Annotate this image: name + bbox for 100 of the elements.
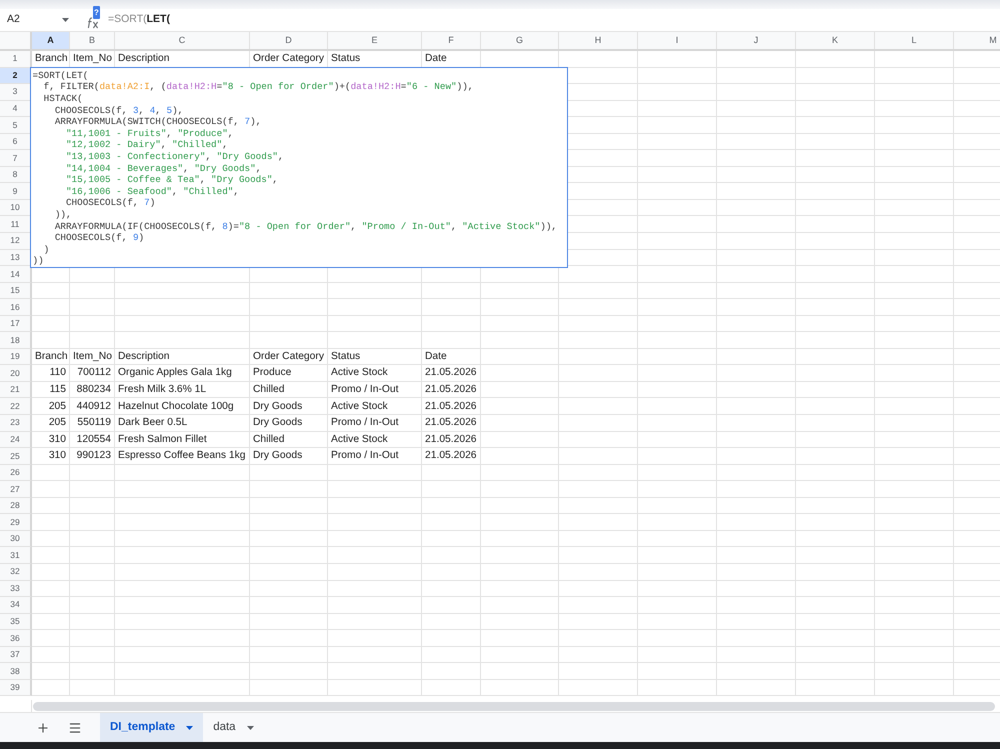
row-header[interactable]: 37 [0,646,32,664]
cell-text: 21.05.2026 [424,366,478,380]
row-header[interactable]: 22 [0,398,32,416]
column-header[interactable]: I [638,32,717,49]
menu-icon [68,720,82,734]
cell-text: 440912 [76,400,112,414]
caret-icon [186,726,194,730]
row-header[interactable]: 34 [0,597,32,614]
function-icon [86,17,100,29]
row-header[interactable]: 32 [0,564,32,580]
cell-text: Chilled [252,432,286,447]
column-header[interactable]: M [954,32,1000,49]
cell-text: Description [117,52,171,66]
row-header[interactable]: 27 [0,481,32,498]
column-header[interactable]: L [875,32,954,49]
formula-editor[interactable] [30,66,568,268]
row-header[interactable]: 36 [0,630,32,647]
cell-text: Order Category [252,52,325,66]
column-header[interactable]: C [115,32,250,49]
cell-text: 310 [48,449,67,464]
cell-text: 550119 [76,416,112,430]
column-header[interactable]: B [70,32,115,49]
row-header[interactable]: 39 [0,680,32,696]
formula-line: CHOOSECOLS(f, 9) [54,232,144,244]
formula-line: =SORT(LET( [32,70,88,82]
cell-text: 110 [48,366,67,380]
cell-text: Item_No [72,350,113,364]
row-header[interactable]: 16 [0,299,32,316]
cell-text: Status [330,52,362,66]
cell-text: Promo / In-Out [330,416,400,430]
row-header[interactable]: 20 [0,365,32,382]
row-header[interactable]: 1 [0,51,32,68]
name-box[interactable]: A2 [0,9,76,31]
row-header[interactable]: 35 [0,614,32,630]
row-header[interactable]: 14 [0,266,32,283]
row-header[interactable]: 9 [0,183,32,200]
sheet-tab[interactable]: DI_template [100,713,204,742]
row-header[interactable]: 25 [0,448,32,465]
formula-line: "14,1004 - Beverages", "Dry Goods", [64,162,262,174]
row-header[interactable]: 11 [0,216,32,234]
cell-text: Date [424,52,448,66]
cell-text: Fresh Salmon Fillet [117,432,208,447]
formula-line: "11,1001 - Fruits", "Produce", [64,128,234,140]
formula-field[interactable]: =SORT(LET( [100,9,1000,31]
formula-line: HSTACK( [42,92,83,105]
row-header[interactable]: 23 [0,415,32,432]
formula-line: CHOOSECOLS(f, 3, 4, 5), [54,104,184,116]
column-header[interactable]: F [422,32,481,49]
row-header[interactable]: 24 [0,432,32,448]
horizontal-scrollbar[interactable] [33,702,995,710]
formula-line: CHOOSECOLS(f, 7) [64,197,156,209]
row-header[interactable]: 28 [0,498,32,514]
row-header[interactable]: 7 [0,150,32,167]
column-header[interactable]: E [328,32,422,49]
column-header[interactable]: H [559,32,638,49]
help-badge[interactable]: ? [93,6,100,19]
row-header[interactable]: 38 [0,663,32,680]
cell-text: Item_No [72,52,113,66]
column-header[interactable]: G [481,32,559,49]
cell-text: 21.05.2026 [424,449,478,464]
row-header[interactable]: 5 [0,117,32,134]
cell-text: 21.05.2026 [424,432,478,447]
cell-text: Active Stock [330,400,389,414]
column-header[interactable]: A [32,32,70,49]
cell-text: Promo / In-Out [330,449,400,464]
row-header[interactable]: 33 [0,580,32,598]
cell-text: 205 [48,416,67,430]
column-header[interactable]: J [717,32,796,49]
formula-line: )), [54,208,72,221]
sheet-tab[interactable]: data [203,713,264,742]
cell-text: 21.05.2026 [424,400,478,414]
cell-text: Fresh Milk 3.6% 1L [117,382,208,397]
row-header[interactable]: 19 [0,348,32,366]
row-header[interactable]: 15 [0,282,32,300]
cell-text: Hazelnut Chocolate 100g [117,400,235,414]
row-header[interactable]: 18 [0,332,32,349]
cell-text: 115 [48,382,67,397]
cell-text: 310 [48,432,67,447]
row-header[interactable]: 17 [0,316,32,332]
cell-text: Description [117,350,171,364]
row-header[interactable]: 29 [0,514,32,531]
column-header[interactable]: K [796,32,875,49]
cell-text: 21.05.2026 [424,416,478,430]
cell-text: Order Category [252,350,325,364]
cell-text: 21.05.2026 [424,382,478,397]
formula-line: )) [32,255,44,267]
column-header[interactable]: D [250,32,328,49]
row-header[interactable]: 12 [0,233,32,250]
formula-line: "12,1002 - Dairy", "Chilled", [64,139,228,151]
row-header[interactable]: 26 [0,464,32,482]
cell-text: Date [424,350,448,364]
cell-text: Dry Goods [252,449,304,464]
cell-text: Dark Beer 0.5L [117,416,188,430]
formula-line: ARRAYFORMULA(IF(CHOOSECOLS(f, 8)="8 - Open for Order", "Promo / In-Out", "Active Stock")), [54,220,558,232]
row-header[interactable]: 30 [0,530,32,548]
row-header[interactable]: 3 [0,84,32,101]
cell-text: 700112 [76,366,112,380]
row-header[interactable]: 31 [0,547,32,564]
row-header[interactable]: 21 [0,382,32,398]
caret-icon [62,18,69,22]
